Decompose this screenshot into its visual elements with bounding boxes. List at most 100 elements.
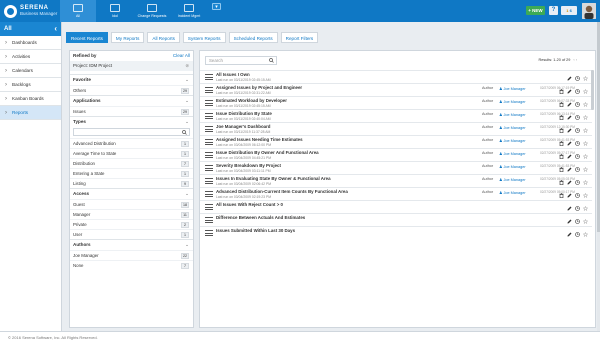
- tab-all-reports[interactable]: All Reports: [147, 32, 180, 43]
- schedule-button[interactable]: [575, 102, 580, 107]
- report-title[interactable]: All Issues I Own: [216, 72, 250, 77]
- report-title[interactable]: All Issues With Reject Count > 0: [216, 202, 283, 207]
- delete-button[interactable]: [559, 154, 564, 159]
- new-button[interactable]: + NEW: [526, 6, 545, 15]
- filter-group-header[interactable]: Applications ⌄: [70, 96, 193, 106]
- filter-option[interactable]: Distribution 7: [70, 158, 193, 168]
- filter-group-header[interactable]: Authors ⌄: [70, 240, 193, 250]
- report-row[interactable]: Issue Distribution By State Last run on 0…: [200, 109, 592, 122]
- report-title[interactable]: Issues In Evaluating State By Owner & Fu…: [216, 176, 331, 181]
- schedule-button[interactable]: [575, 206, 580, 211]
- report-row[interactable]: Severity Breakdown By Project Last run on…: [200, 161, 592, 174]
- delete-button[interactable]: [559, 128, 564, 133]
- delete-button[interactable]: [559, 115, 564, 120]
- edit-button[interactable]: [567, 128, 572, 133]
- favorite-button[interactable]: [583, 141, 588, 146]
- sidebar-item-calendars[interactable]: Calendars: [0, 64, 61, 78]
- app-tab-all[interactable]: All: [60, 0, 96, 22]
- author-link[interactable]: ♟ Joe Manager: [499, 112, 526, 117]
- report-title[interactable]: Difference Between Actuals And Estimates: [216, 215, 305, 220]
- favorite-button[interactable]: [583, 167, 588, 172]
- sidebar-header[interactable]: All ‹: [0, 22, 61, 36]
- app-tab-idol[interactable]: Idol: [97, 0, 133, 22]
- sidebar-item-kanban-boards[interactable]: Kanban Boards: [0, 92, 61, 106]
- report-row[interactable]: Difference Between Actuals And Estimates: [200, 213, 592, 226]
- results-scrollbar[interactable]: [591, 70, 594, 110]
- schedule-button[interactable]: [575, 232, 580, 237]
- edit-button[interactable]: [567, 219, 572, 224]
- favorite-button[interactable]: [583, 115, 588, 120]
- serena-logo[interactable]: SERENA Business Manager: [4, 2, 57, 20]
- schedule-button[interactable]: [575, 180, 580, 185]
- filter-option[interactable]: Advanced Distribution 1: [70, 138, 193, 148]
- favorite-button[interactable]: [583, 206, 588, 211]
- filter-option[interactable]: Average Time to State 1: [70, 148, 193, 158]
- favorite-button[interactable]: [583, 128, 588, 133]
- report-title[interactable]: Severity Breakdown By Project: [216, 163, 281, 168]
- author-link[interactable]: ♟ Joe Manager: [499, 86, 526, 91]
- edit-button[interactable]: [567, 180, 572, 185]
- favorite-button[interactable]: [583, 219, 588, 224]
- edit-button[interactable]: [567, 193, 572, 198]
- notifications-button[interactable]: 1 6: [561, 6, 577, 15]
- report-title[interactable]: Assigned Issues by Project and Engineer: [216, 85, 302, 90]
- sidebar-item-reports[interactable]: Reports: [0, 106, 61, 120]
- author-link[interactable]: ♟ Joe Manager: [499, 164, 526, 169]
- filter-option[interactable]: Private 2: [70, 219, 193, 229]
- tab-scheduled-reports[interactable]: Scheduled Reports: [228, 32, 278, 43]
- tab-report-filters[interactable]: Report Filters: [280, 32, 319, 43]
- edit-button[interactable]: [567, 102, 572, 107]
- report-title[interactable]: Estimated Workload by Developer: [216, 98, 287, 103]
- schedule-button[interactable]: [575, 128, 580, 133]
- sidebar-item-backlogs[interactable]: Backlogs: [0, 78, 61, 92]
- tab-my-reports[interactable]: My Reports: [110, 32, 145, 43]
- filter-option[interactable]: User 1: [70, 229, 193, 239]
- author-link[interactable]: ♟ Joe Manager: [499, 177, 526, 182]
- delete-button[interactable]: [559, 102, 564, 107]
- report-title[interactable]: Issue Distribution By Owner And Function…: [216, 150, 319, 155]
- report-row[interactable]: All Issues With Reject Count > 0: [200, 200, 592, 213]
- schedule-button[interactable]: [575, 76, 580, 81]
- edit-button[interactable]: [567, 141, 572, 146]
- author-link[interactable]: ♟ Joe Manager: [499, 125, 526, 130]
- author-link[interactable]: ♟ Joe Manager: [499, 190, 526, 195]
- filter-group-header[interactable]: Favorite ⌄: [70, 75, 193, 85]
- schedule-button[interactable]: [575, 154, 580, 159]
- delete-button[interactable]: [559, 193, 564, 198]
- report-title[interactable]: Issue Distribution By State: [216, 111, 272, 116]
- pagination-arrows[interactable]: ‹ ›: [573, 58, 577, 62]
- delete-button[interactable]: [559, 167, 564, 172]
- author-link[interactable]: ♟ Joe Manager: [499, 151, 526, 156]
- report-title[interactable]: Assigned Issues Needing Time Estimates: [216, 137, 303, 142]
- schedule-button[interactable]: [575, 193, 580, 198]
- edit-button[interactable]: [567, 206, 572, 211]
- report-title[interactable]: Advanced Distribution-Current Item Count…: [216, 189, 348, 194]
- favorite-button[interactable]: [583, 193, 588, 198]
- edit-button[interactable]: [567, 115, 572, 120]
- report-row[interactable]: Advanced Distribution-Current Item Count…: [200, 187, 592, 200]
- report-row[interactable]: Estimated Workload by Developer Last run …: [200, 96, 592, 109]
- filter-option[interactable]: Issues 29: [70, 106, 193, 116]
- report-search-input[interactable]: Search: [205, 56, 277, 65]
- schedule-button[interactable]: [575, 167, 580, 172]
- report-title[interactable]: Issues Submitted Within Last 30 Days: [216, 228, 295, 233]
- author-link[interactable]: ♟ Joe Manager: [499, 138, 526, 143]
- collapse-chevron-icon[interactable]: ‹: [54, 22, 57, 36]
- edit-button[interactable]: [567, 89, 572, 94]
- schedule-button[interactable]: [575, 141, 580, 146]
- report-row[interactable]: All Issues I Own Last run on 03/11/2019 0…: [200, 70, 592, 83]
- schedule-button[interactable]: [575, 219, 580, 224]
- delete-button[interactable]: [559, 180, 564, 185]
- edit-button[interactable]: [567, 167, 572, 172]
- report-row[interactable]: Issues Submitted Within Last 30 Days: [200, 226, 592, 239]
- more-apps-dropdown[interactable]: ▾: [212, 3, 221, 10]
- report-row[interactable]: Assigned Issues by Project and Engineer L…: [200, 83, 592, 96]
- favorite-button[interactable]: [583, 180, 588, 185]
- filter-option[interactable]: Joe Manager 22: [70, 250, 193, 260]
- tab-recent-reports[interactable]: Recent Reports: [66, 32, 108, 43]
- app-tab-change-requests[interactable]: Change Requests: [134, 0, 170, 22]
- sidebar-item-dashboards[interactable]: Dashboards: [0, 36, 61, 50]
- report-row[interactable]: Assigned Issues Needing Time Estimates La…: [200, 135, 592, 148]
- filter-group-header[interactable]: Types ⌄: [70, 117, 193, 127]
- author-link[interactable]: ♟ Joe Manager: [499, 99, 526, 104]
